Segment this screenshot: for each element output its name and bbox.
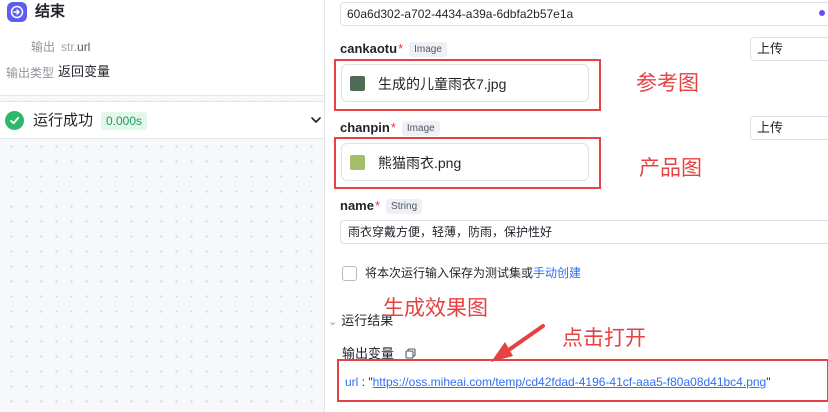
manual-create-link[interactable]: 手动创建	[533, 266, 581, 280]
workflow-canvas[interactable]: 结束 输出 str.url 输出类型 返回变量 运行成功 0.000s	[0, 0, 324, 412]
output-prefix: str.	[61, 40, 78, 54]
end-node-card[interactable]: 结束 输出 str.url 输出类型 返回变量	[0, 0, 324, 96]
output-row: 输出	[31, 39, 55, 55]
output-label: 输出	[31, 40, 56, 54]
save-testset-checkbox[interactable]	[342, 266, 357, 281]
save-testset-text: 将本次运行输入保存为测试集或	[365, 266, 534, 280]
source-select-cankaotu[interactable]: 上传	[750, 37, 828, 61]
output-value: url	[77, 40, 91, 54]
run-status-title: 运行成功	[33, 112, 94, 129]
end-node-icon	[7, 2, 27, 22]
source-select-chanpin[interactable]: 上传	[750, 116, 828, 140]
collapse-arrow-icon: ⌄	[328, 316, 338, 328]
id-input[interactable]: 60a6d302-a702-4434-a39a-6dbfa2b57e1a	[340, 2, 828, 26]
param-label-cankaotu: cankaotu* Image	[340, 41, 447, 57]
status-dot	[819, 10, 825, 16]
required-mark: *	[390, 120, 396, 135]
end-node-title: 结束	[35, 3, 66, 20]
run-status-bar[interactable]: 运行成功 0.000s	[0, 101, 324, 139]
copy-icon[interactable]	[405, 348, 416, 359]
param-name: chanpin	[340, 120, 390, 135]
annotation-generate-result: 生成效果图	[383, 297, 488, 320]
source-select-value: 上传	[757, 120, 784, 135]
param-label-chanpin: chanpin* Image	[340, 120, 440, 136]
annotation-box-ref-image	[334, 59, 601, 111]
annotation-box-result	[337, 359, 828, 402]
run-duration-badge: 0.000s	[101, 112, 148, 130]
output-type-row: 输出类型	[6, 65, 54, 81]
output-type-label: 输出类型	[6, 66, 55, 80]
success-check-icon	[5, 111, 24, 130]
annotation-product-image: 产品图	[639, 157, 702, 180]
save-testset-label: 将本次运行输入保存为测试集或手动创建	[365, 266, 581, 281]
param-type-tag: Image	[409, 42, 447, 57]
required-mark: *	[398, 41, 404, 56]
param-label-name: name* String	[340, 198, 423, 214]
param-type-tag: String	[386, 199, 423, 214]
required-mark: *	[374, 198, 381, 213]
annotation-ref-image: 参考图	[636, 72, 699, 95]
run-panel: 60a6d302-a702-4434-a39a-6dbfa2b57e1a can…	[324, 0, 828, 412]
annotation-box-product-image	[334, 137, 601, 189]
annotation-click-open: 点击打开	[562, 327, 646, 350]
param-type-tag: Image	[401, 121, 440, 136]
source-select-value: 上传	[757, 41, 784, 56]
param-name: name	[340, 198, 374, 213]
chevron-down-icon[interactable]	[310, 114, 322, 126]
name-input[interactable]: 雨衣穿戴方便，轻薄，防雨，保护性好	[340, 220, 828, 244]
output-type-value-wrap: 返回变量	[58, 64, 110, 80]
output-value-chip: str.url	[61, 39, 90, 55]
annotation-arrow-icon	[491, 324, 545, 362]
output-type-value: 返回变量	[58, 64, 111, 79]
param-name: cankaotu	[340, 41, 398, 56]
